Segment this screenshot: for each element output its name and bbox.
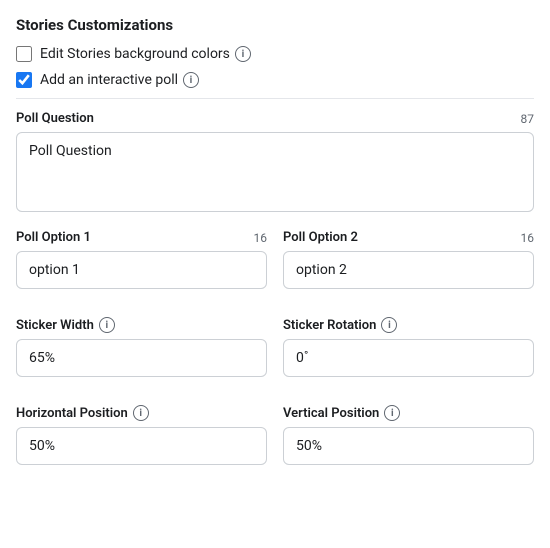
vertical-position-info-icon[interactable]: i <box>384 405 400 421</box>
sticker-width-section: Sticker Width i <box>16 317 267 377</box>
poll-checkbox[interactable] <box>16 72 32 88</box>
sticker-rotation-info-icon[interactable]: i <box>381 317 397 333</box>
poll-checkbox-row: Add an interactive poll i <box>16 72 534 88</box>
poll-option2-header: Poll Option 2 16 <box>283 230 534 245</box>
poll-options-row: Poll Option 1 16 Poll Option 2 16 <box>16 230 534 303</box>
sticker-rotation-section: Sticker Rotation i <box>283 317 534 377</box>
section-title: Stories Customizations <box>16 16 534 34</box>
horizontal-position-label: Horizontal Position i <box>16 405 149 421</box>
background-checkbox-label: Edit Stories background colors i <box>40 46 251 62</box>
vertical-position-section: Vertical Position i <box>283 405 534 465</box>
vertical-position-input[interactable] <box>283 427 534 465</box>
poll-question-textarea[interactable] <box>16 132 534 212</box>
sticker-width-header: Sticker Width i <box>16 317 267 333</box>
sticker-width-label: Sticker Width i <box>16 317 115 333</box>
main-container: Stories Customizations Edit Stories back… <box>0 0 550 509</box>
horizontal-position-input[interactable] <box>16 427 267 465</box>
background-checkbox[interactable] <box>16 46 32 62</box>
poll-option2-section: Poll Option 2 16 <box>283 230 534 289</box>
sticker-row: Sticker Width i Sticker Rotation i <box>16 317 534 391</box>
sticker-rotation-label: Sticker Rotation i <box>283 317 397 333</box>
background-checkbox-row: Edit Stories background colors i <box>16 46 534 62</box>
horizontal-position-section: Horizontal Position i <box>16 405 267 465</box>
background-info-icon[interactable]: i <box>235 46 251 62</box>
poll-checkbox-label: Add an interactive poll i <box>40 72 199 88</box>
poll-question-count: 87 <box>521 112 535 126</box>
poll-option2-count: 16 <box>521 231 535 245</box>
sticker-rotation-input[interactable] <box>283 339 534 377</box>
horizontal-position-header: Horizontal Position i <box>16 405 267 421</box>
poll-question-section: Poll Question 87 <box>16 111 534 216</box>
poll-question-header: Poll Question 87 <box>16 111 534 126</box>
poll-option1-count: 16 <box>254 231 268 245</box>
vertical-position-label: Vertical Position i <box>283 405 400 421</box>
poll-info-icon[interactable]: i <box>183 72 199 88</box>
sticker-rotation-header: Sticker Rotation i <box>283 317 534 333</box>
poll-option2-input[interactable] <box>283 251 534 289</box>
poll-option1-header: Poll Option 1 16 <box>16 230 267 245</box>
vertical-position-header: Vertical Position i <box>283 405 534 421</box>
sticker-width-info-icon[interactable]: i <box>99 317 115 333</box>
horizontal-position-info-icon[interactable]: i <box>133 405 149 421</box>
divider <box>16 98 534 99</box>
poll-option2-label: Poll Option 2 <box>283 230 358 245</box>
poll-option1-section: Poll Option 1 16 <box>16 230 267 289</box>
poll-option1-label: Poll Option 1 <box>16 230 91 245</box>
poll-question-label: Poll Question <box>16 111 94 126</box>
position-row: Horizontal Position i Vertical Position … <box>16 405 534 479</box>
sticker-width-input[interactable] <box>16 339 267 377</box>
poll-option1-input[interactable] <box>16 251 267 289</box>
